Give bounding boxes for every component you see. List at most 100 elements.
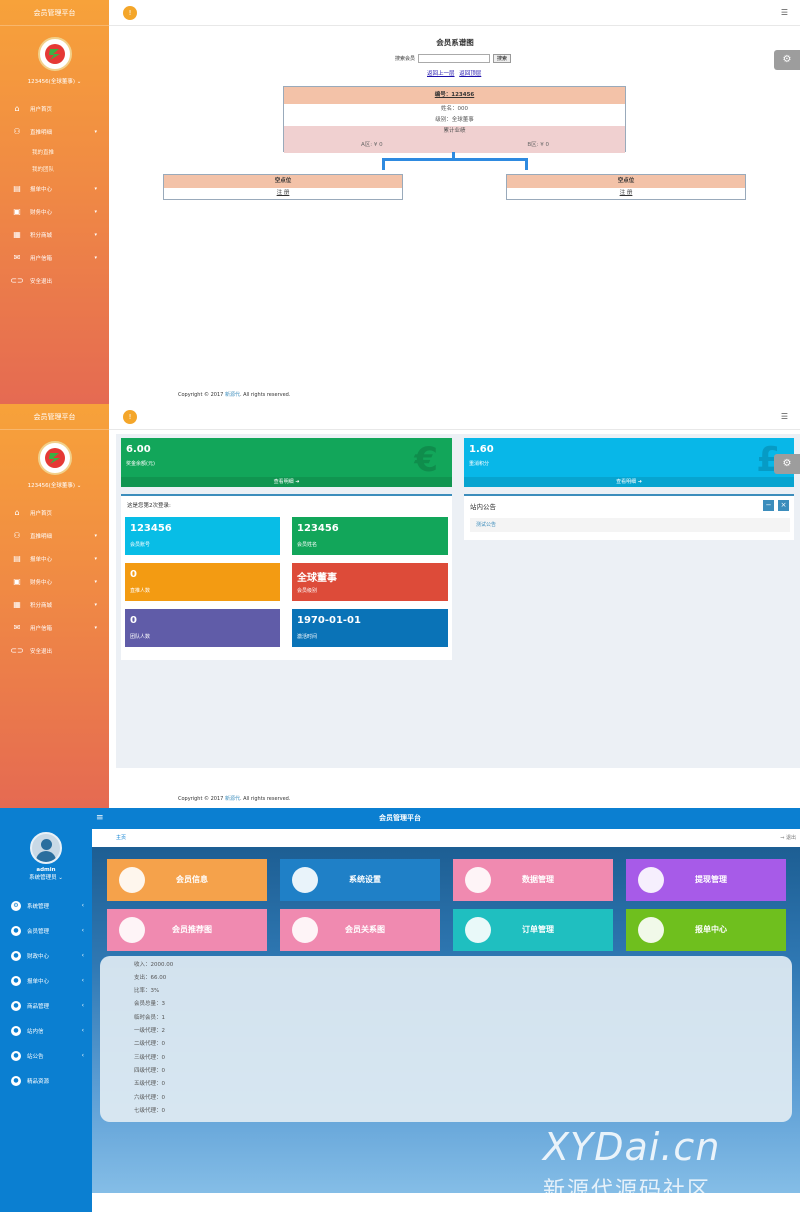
- subnav-item-my-team[interactable]: 我的团队: [0, 160, 109, 177]
- sidebar-item-mall[interactable]: ▦ 积分商城 ▾: [0, 593, 109, 616]
- sidebar-item-mailbox[interactable]: ✉ 用户信箱 ▾: [0, 246, 109, 269]
- user-menu[interactable]: 123456(全球董事) ⌄: [0, 77, 109, 85]
- tile-label: 会员级别: [297, 588, 318, 594]
- sidebar-item-orders[interactable]: ▤ 报单中心 ▾: [0, 547, 109, 570]
- tile-label: 会员信息: [176, 875, 208, 884]
- tile-value: 123456: [297, 523, 339, 534]
- tile-relation-chart[interactable]: 会员关系图: [280, 909, 440, 951]
- sidebar-item-logout[interactable]: ⊂⊃ 安全退出: [0, 269, 109, 292]
- chevron-down-icon: ▾: [94, 231, 97, 238]
- register-link[interactable]: 注 册: [507, 188, 745, 199]
- sidebar-item-finance[interactable]: ▣ 财务中心 ▾: [0, 200, 109, 223]
- search-button[interactable]: 搜索: [493, 54, 512, 63]
- notice-title: 站内公告: [470, 503, 496, 511]
- chevron-down-icon: ▾: [94, 578, 97, 585]
- notification-badge[interactable]: !: [123, 6, 137, 20]
- points-value: 1.60: [469, 444, 494, 455]
- bell-icon: ●: [11, 1050, 21, 1061]
- sidebar-item-label: 安全退出: [30, 648, 53, 655]
- footer-link[interactable]: 新源代: [225, 392, 240, 398]
- tree-child-node-left: 空点位 注 册: [163, 174, 403, 200]
- logout-link[interactable]: ⇒ 退出: [780, 834, 796, 841]
- sidebar-item-label: 站公告: [27, 1053, 44, 1060]
- footer-text: . All rights reserved.: [239, 796, 291, 802]
- view-details-link[interactable]: 查看明细 ➜: [121, 477, 452, 487]
- tile-label: 系统设置: [349, 875, 381, 884]
- mail-icon: ✉: [13, 623, 21, 632]
- sidebar-item-notices[interactable]: ● 站公告 ‹: [0, 1043, 92, 1068]
- menu-icon[interactable]: ☰: [781, 412, 788, 421]
- sidebar-item-logout[interactable]: ⊂⊃ 安全退出: [0, 639, 109, 662]
- tree-connector: [382, 158, 528, 161]
- tile-label: 团队人数: [130, 634, 151, 640]
- sidebar-item-orders[interactable]: ● 报单中心 ‹: [0, 968, 92, 993]
- sidebar-item-referrals[interactable]: ⚇ 直推明细 ▾: [0, 120, 109, 143]
- users-icon: ⚇: [13, 531, 21, 540]
- tile-withdrawals[interactable]: 提现管理: [626, 859, 786, 901]
- tree-root-node[interactable]: 编号：123456 姓名：000 级别：全球董事 累计业绩 A区: ¥ 0 B区…: [283, 86, 626, 153]
- search-input[interactable]: [418, 54, 491, 63]
- sidebar-item-orders[interactable]: ▤ 报单中心 ▾: [0, 177, 109, 200]
- euro-icon: €: [414, 440, 438, 480]
- sidebar-item-messages[interactable]: ● 站内信 ‹: [0, 1018, 92, 1043]
- sidebar-item-system[interactable]: ⚙ 系统管理 ‹: [0, 893, 92, 918]
- tile-value: 全球董事: [297, 573, 337, 584]
- view-details-link[interactable]: 查看明细 ➜: [464, 477, 794, 487]
- tile-data-management[interactable]: 数据管理: [453, 859, 613, 901]
- mail-icon: ✉: [13, 253, 21, 262]
- sidebar-item-home[interactable]: ⌂ 用户首页: [0, 97, 109, 120]
- sidebar-item-mailbox[interactable]: ✉ 用户信箱 ▾: [0, 616, 109, 639]
- user-menu[interactable]: 123456(全球董事) ⌄: [0, 481, 109, 489]
- avatar: [30, 832, 62, 864]
- tile-label: 报单中心: [695, 925, 727, 934]
- sidebar-item-mall[interactable]: ▦ 积分商城 ▾: [0, 223, 109, 246]
- close-button[interactable]: ×: [778, 500, 789, 511]
- sidebar-item-resources[interactable]: ● 精品资源: [0, 1068, 92, 1093]
- tile-referral-chart[interactable]: 会员推荐图: [107, 909, 267, 951]
- node-name: 姓名：000: [441, 106, 468, 112]
- sidebar: 会员管理平台 123456(全球董事) ⌄ ⌂ 用户首页 ⚇ 直推明细 ▾ ▤ 报单中心…: [0, 404, 109, 808]
- platform-title: 会员管理平台: [0, 404, 109, 430]
- notice-item[interactable]: 测试公告: [470, 518, 790, 532]
- sidebar-item-home[interactable]: ⌂ 用户首页: [0, 501, 109, 524]
- login-count-text: 这是您第2次登录:: [127, 503, 171, 509]
- register-link[interactable]: 注 册: [164, 188, 402, 199]
- tile-orders[interactable]: 订单管理: [453, 909, 613, 951]
- settings-gear-icon[interactable]: ⚙: [774, 50, 800, 70]
- node-id[interactable]: 编号：123456: [284, 87, 625, 104]
- back-up-link[interactable]: 返回上一层: [427, 71, 455, 77]
- admin-role-menu[interactable]: 系统管理员 ⌄: [0, 873, 92, 881]
- tree-connector: [525, 158, 528, 170]
- sidebar-item-label: 报单中心: [30, 556, 53, 563]
- notification-badge[interactable]: !: [123, 410, 137, 424]
- sidebar-item-products[interactable]: ● 商品管理 ‹: [0, 993, 92, 1018]
- file-icon: ▤: [13, 554, 21, 563]
- sidebar-item-label: 商品管理: [27, 1003, 50, 1010]
- tile-system-settings[interactable]: 系统设置: [280, 859, 440, 901]
- tile-report-center[interactable]: 报单中心: [626, 909, 786, 951]
- menu-icon[interactable]: ☰: [781, 8, 788, 17]
- chevron-left-icon: ‹: [81, 1002, 84, 1009]
- chevron-left-icon: ‹: [81, 1027, 84, 1034]
- tile-label: 会员姓名: [297, 542, 318, 548]
- tile-label: 会员关系图: [345, 925, 385, 934]
- sidebar-item-finance[interactable]: ● 财政中心 ‹: [0, 943, 92, 968]
- node-performance: 累计业绩 A区: ¥ 0 B区: ¥ 0: [284, 126, 625, 153]
- footer-link[interactable]: 新源代: [225, 796, 240, 802]
- sidebar-item-members[interactable]: ● 会员管理 ‹: [0, 918, 92, 943]
- sidebar-item-finance[interactable]: ▣ 财务中心 ▾: [0, 570, 109, 593]
- tile-member-info[interactable]: 会员信息: [107, 859, 267, 901]
- collapse-button[interactable]: −: [763, 500, 774, 511]
- footer-text: Copyright © 2017: [178, 796, 225, 802]
- stat-rate: 比率：3%: [134, 988, 160, 994]
- settings-gear-icon[interactable]: ⚙: [774, 454, 800, 474]
- stat-agent-4: 四级代理：0: [134, 1068, 165, 1074]
- footer-text: . All rights reserved.: [239, 392, 291, 398]
- a-zone-value: A区: ¥ 0: [361, 142, 383, 148]
- sidebar-item-referrals[interactable]: ⚇ 直推明细 ▾: [0, 524, 109, 547]
- sidebar-item-label: 直推明细: [30, 533, 53, 540]
- back-top-link[interactable]: 返回顶层: [459, 71, 481, 77]
- stat-total-members: 会员总量：3: [134, 1001, 165, 1007]
- subnav-item-my-referrals[interactable]: 我的直推: [0, 143, 109, 160]
- breadcrumb-home[interactable]: 主页: [116, 834, 126, 841]
